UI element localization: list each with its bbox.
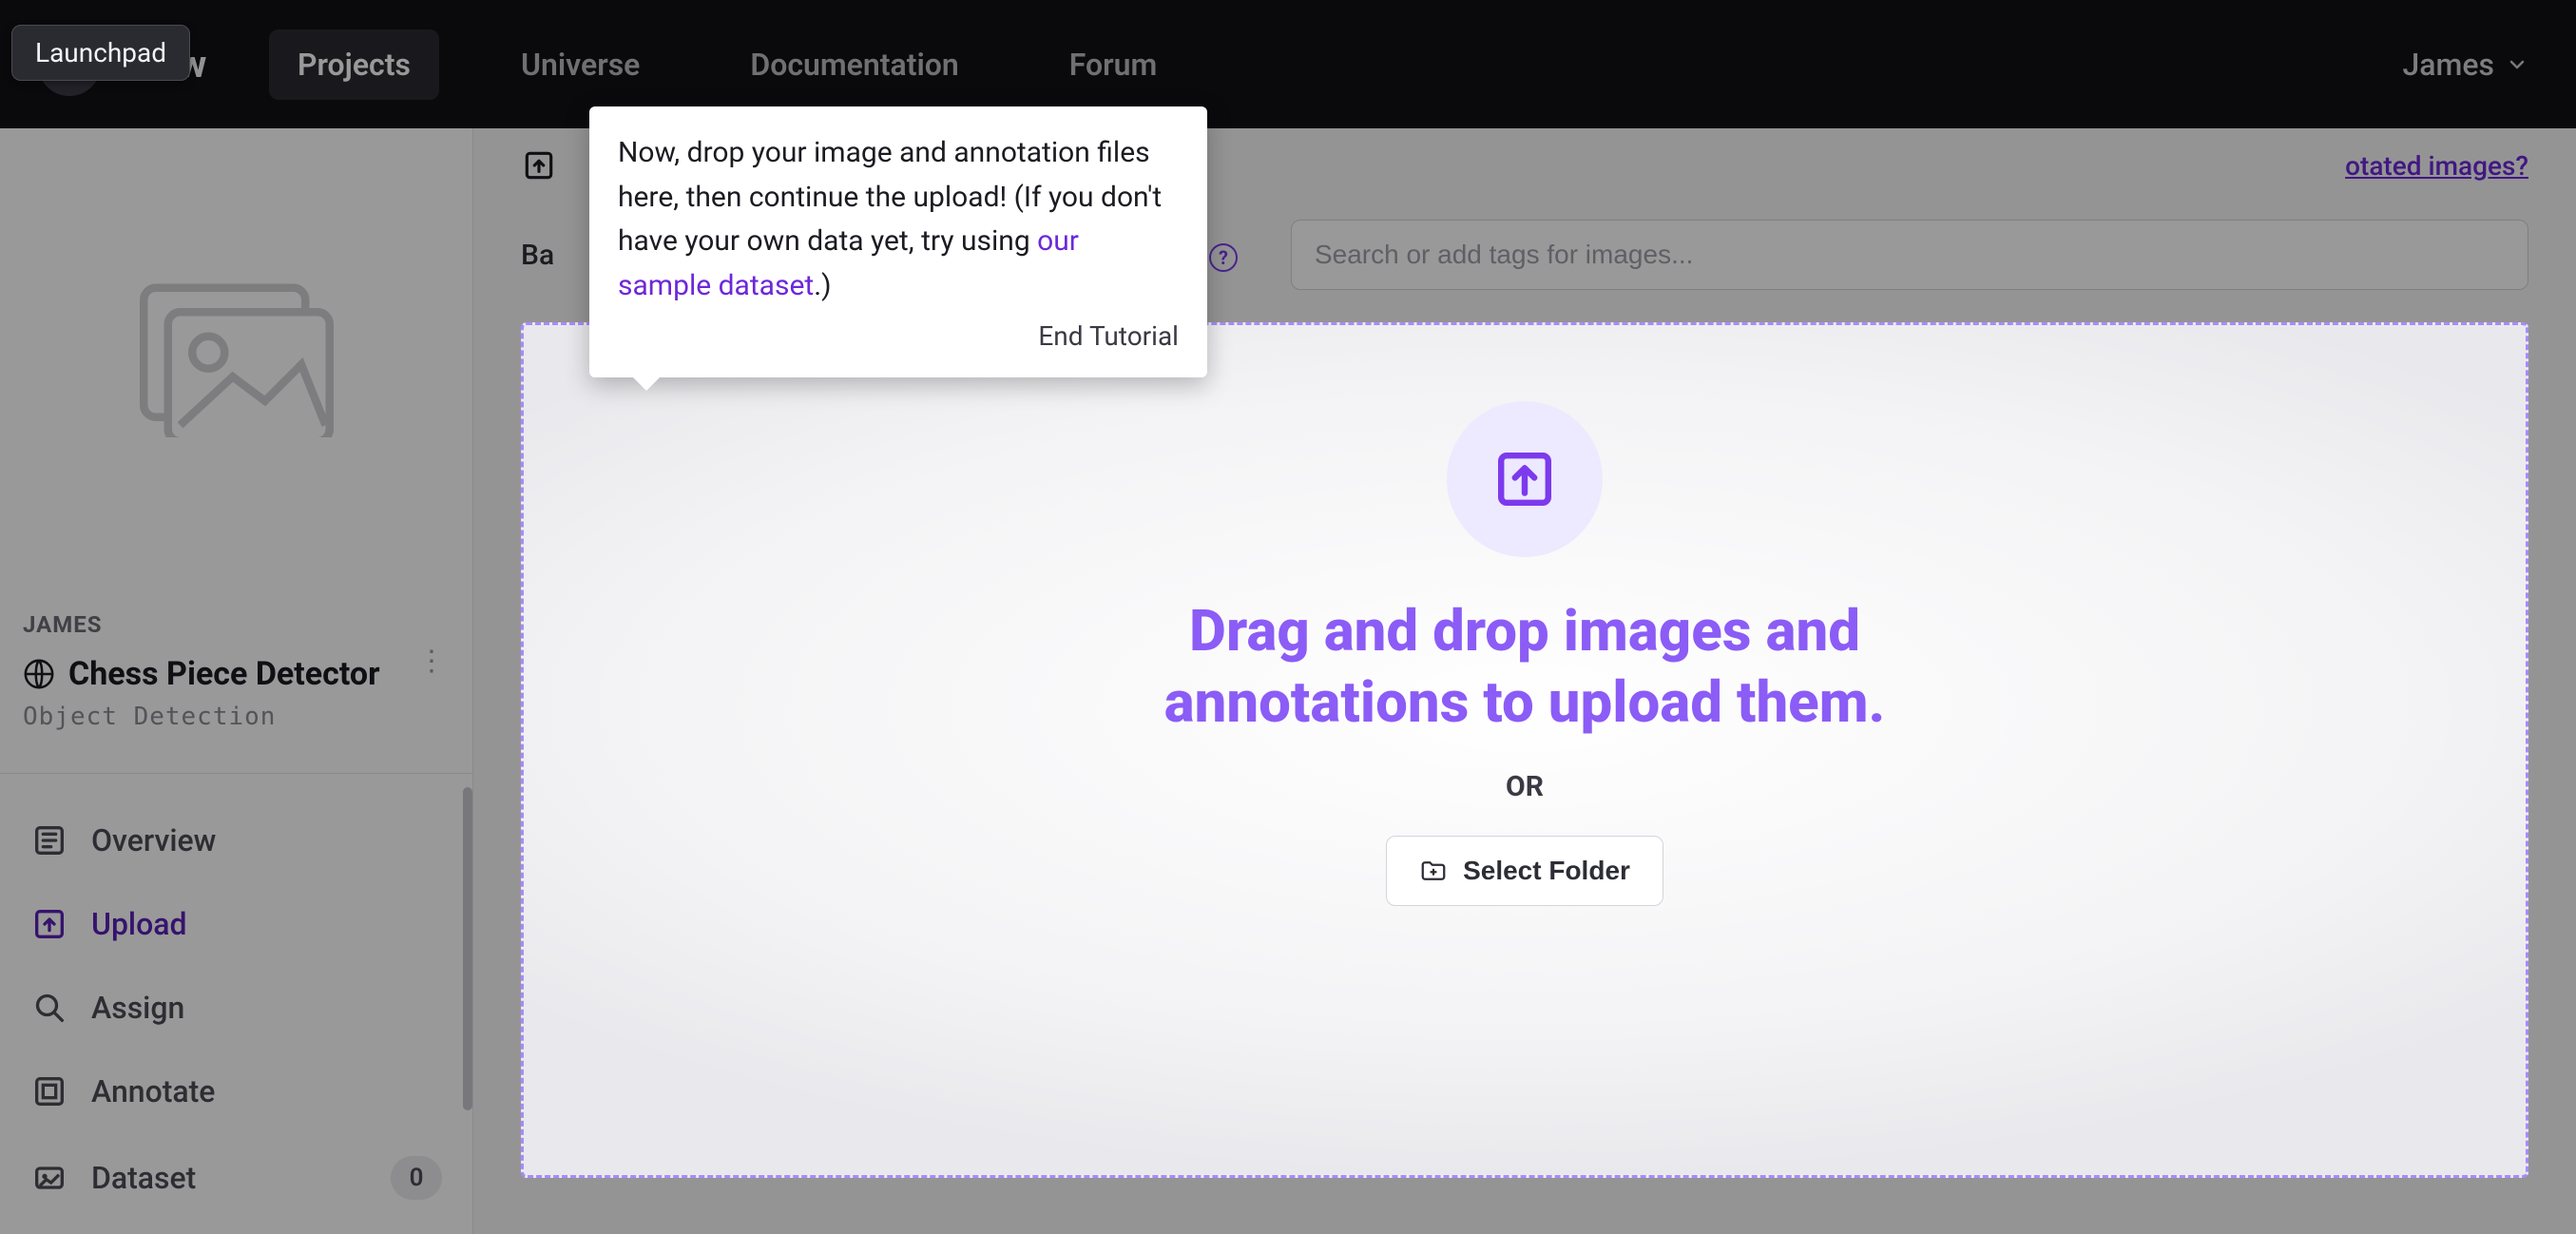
upload-arrow-icon <box>1491 446 1558 512</box>
coachmark-text-before: Now, drop your image and annotation file… <box>618 136 1162 258</box>
upload-dropzone[interactable]: Drag and drop images and annotations to … <box>521 322 2528 1178</box>
select-folder-button[interactable]: Select Folder <box>1386 836 1663 906</box>
dropzone-title: Drag and drop images and annotations to … <box>1097 595 1952 738</box>
select-folder-label: Select Folder <box>1463 856 1630 886</box>
folder-plus-icon <box>1419 857 1448 885</box>
dropzone-icon-circle <box>1447 401 1603 557</box>
coachmark-text-after: .) <box>814 269 831 302</box>
launchpad-tooltip: Launchpad <box>11 25 190 81</box>
tutorial-coachmark: Now, drop your image and annotation file… <box>589 106 1207 377</box>
dropzone-or: OR <box>1506 770 1544 803</box>
end-tutorial-button[interactable]: End Tutorial <box>618 316 1179 357</box>
